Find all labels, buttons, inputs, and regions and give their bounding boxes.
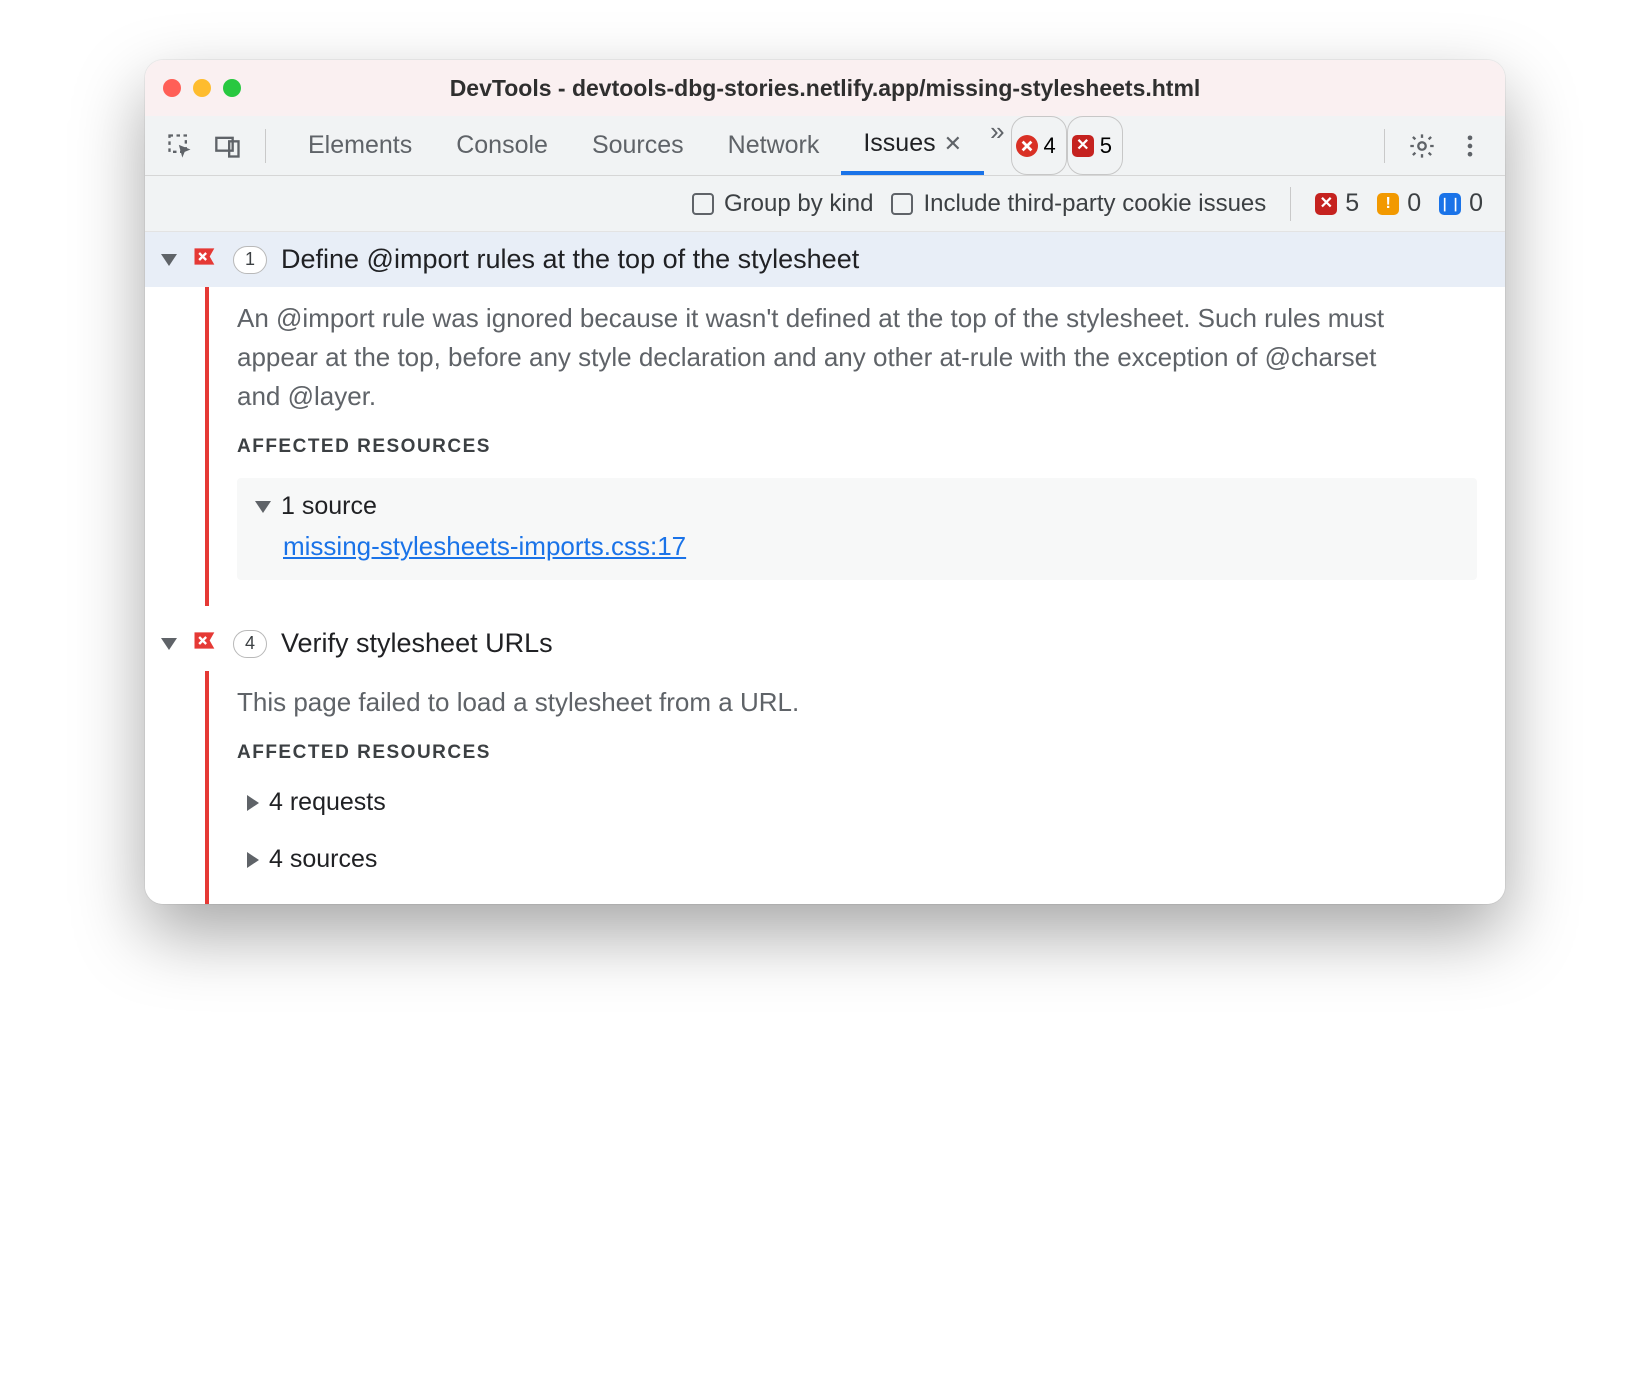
warning-count[interactable]: ! 0 [1377,189,1421,218]
tab-issues[interactable]: Issues ✕ [841,116,984,175]
more-tabs-icon[interactable]: » [984,116,1010,175]
checkbox-icon [692,193,714,215]
separator [1384,129,1385,163]
issue-row[interactable]: 4 Verify stylesheet URLs [145,616,1505,671]
settings-gear-icon[interactable] [1405,129,1439,163]
more-menu-icon[interactable] [1453,129,1487,163]
issue-body: This page failed to load a stylesheet fr… [205,671,1505,904]
error-flag-icon [191,630,219,658]
warning-square-icon: ! [1377,193,1399,215]
console-errors-badge[interactable]: 4 [1011,116,1067,175]
issue-row[interactable]: 1 Define @import rules at the top of the… [145,232,1505,287]
window-title: DevTools - devtools-dbg-stories.netlify.… [145,75,1505,102]
disclosure-triangle-icon [247,852,259,868]
devtools-window: DevTools - devtools-dbg-stories.netlify.… [145,60,1505,904]
info-count[interactable]: ❘❘ 0 [1439,189,1483,218]
error-count[interactable]: ✕ 5 [1315,189,1359,218]
sources-disclosure[interactable]: 1 source [255,492,1459,521]
error-square-icon: ✕ [1315,193,1337,215]
tab-sources[interactable]: Sources [570,116,706,175]
issue-title: Verify stylesheet URLs [281,628,553,659]
tab-elements[interactable]: Elements [286,116,434,175]
include-third-party-checkbox[interactable]: Include third-party cookie issues [891,190,1266,218]
separator [265,129,266,163]
issues-list: 1 Define @import rules at the top of the… [145,232,1505,904]
affected-resources-box: 1 source missing-stylesheets-imports.css… [237,478,1477,580]
disclosure-triangle-icon [161,638,177,650]
issues-toolbar: Group by kind Include third-party cookie… [145,176,1505,232]
disclosure-triangle-icon [247,795,259,811]
issue-counts: ✕ 5 ! 0 ❘❘ 0 [1315,189,1483,218]
tab-network[interactable]: Network [706,116,842,175]
separator [1290,187,1291,221]
affected-resources-label: AFFECTED RESOURCES [237,742,1477,764]
group-by-kind-checkbox[interactable]: Group by kind [692,190,873,218]
affected-resources-label: AFFECTED RESOURCES [237,436,1477,458]
issue-title: Define @import rules at the top of the s… [281,244,859,275]
window-controls [163,79,241,97]
minimize-window-button[interactable] [193,79,211,97]
disclosure-triangle-icon [161,254,177,266]
error-square-icon: ✕ [1072,135,1094,157]
sources-disclosure[interactable]: 4 sources [237,841,1477,878]
issue-count-badge: 1 [233,246,267,274]
issue-description: This page failed to load a stylesheet fr… [237,683,1397,722]
issue-count-badge: 4 [233,630,267,658]
disclosure-triangle-icon [255,501,271,513]
zoom-window-button[interactable] [223,79,241,97]
tab-console[interactable]: Console [434,116,570,175]
devtools-tabbar: Elements Console Sources Network Issues … [145,116,1505,176]
issue-body: An @import rule was ignored because it w… [205,287,1505,606]
close-tab-icon[interactable]: ✕ [944,131,962,157]
issue-description: An @import rule was ignored because it w… [237,299,1397,416]
issues-errors-badge[interactable]: ✕ 5 [1067,116,1123,175]
inspect-element-icon[interactable] [163,129,197,163]
error-circle-icon [1016,135,1038,157]
checkbox-icon [891,193,913,215]
device-toolbar-icon[interactable] [211,129,245,163]
window-titlebar: DevTools - devtools-dbg-stories.netlify.… [145,60,1505,116]
error-flag-icon [191,246,219,274]
close-window-button[interactable] [163,79,181,97]
source-link[interactable]: missing-stylesheets-imports.css:17 [283,531,1459,562]
info-square-icon: ❘❘ [1439,193,1461,215]
requests-disclosure[interactable]: 4 requests [237,784,1477,821]
